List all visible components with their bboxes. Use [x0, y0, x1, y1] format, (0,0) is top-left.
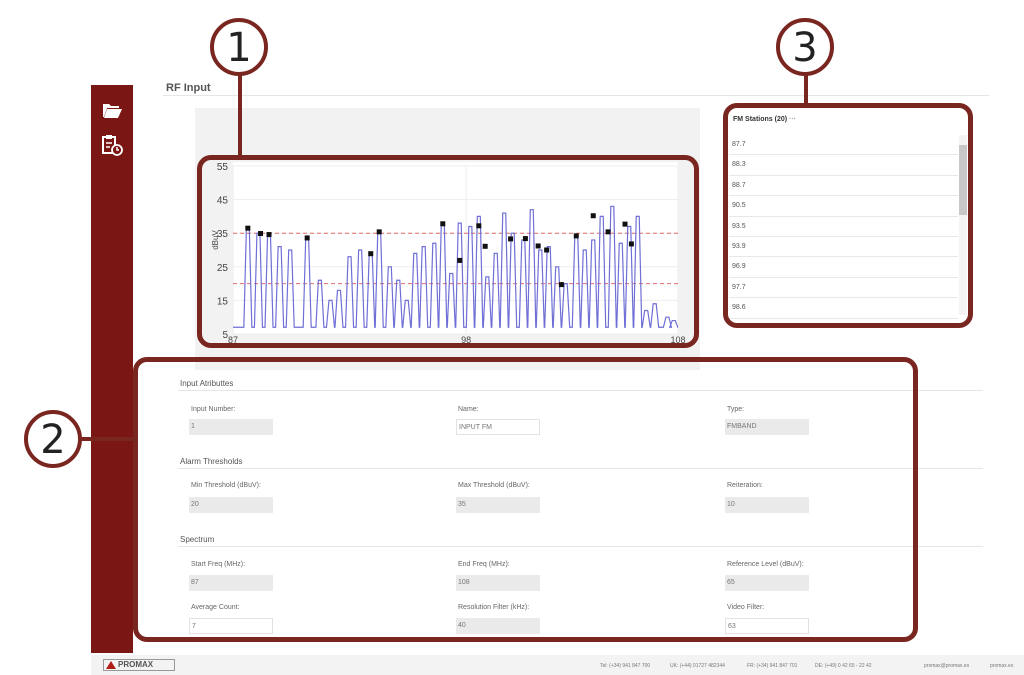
footer-phone-de: DE: (+49) 0 42 65 - 22 42 — [815, 663, 872, 669]
callout-number-3: 3 — [776, 18, 834, 76]
callout-connector-1 — [238, 72, 242, 156]
page-title: RF Input — [166, 82, 211, 94]
footer-web-link[interactable]: promax.es — [990, 663, 1013, 669]
footer-phone-uk: UK: (+44) 01727 482344 — [670, 663, 725, 669]
callout-frame-3 — [723, 103, 973, 328]
callout-frame-2 — [133, 357, 918, 642]
logo-text: PROMAX — [118, 660, 154, 669]
footer-phone-fr: FR: (+34) 941 847 701 — [747, 663, 798, 669]
promax-logo: PROMAX — [103, 659, 175, 671]
sidebar — [91, 85, 133, 653]
footer — [91, 655, 1024, 675]
logo-triangle-icon — [106, 661, 116, 669]
footer-phone-es: Tel: (+34) 941 847 700 — [600, 663, 651, 669]
callout-number-1: 1 — [210, 18, 268, 76]
callout-connector-3 — [804, 72, 808, 104]
footer-email-link[interactable]: promax@promax.es — [924, 663, 969, 669]
callout-connector-2 — [80, 437, 134, 441]
callout-number-2: 2 — [24, 410, 82, 468]
callout-frame-1 — [197, 155, 699, 348]
divider — [163, 95, 989, 96]
folder-open-icon[interactable] — [100, 99, 124, 123]
clipboard-clock-icon[interactable] — [100, 133, 124, 157]
